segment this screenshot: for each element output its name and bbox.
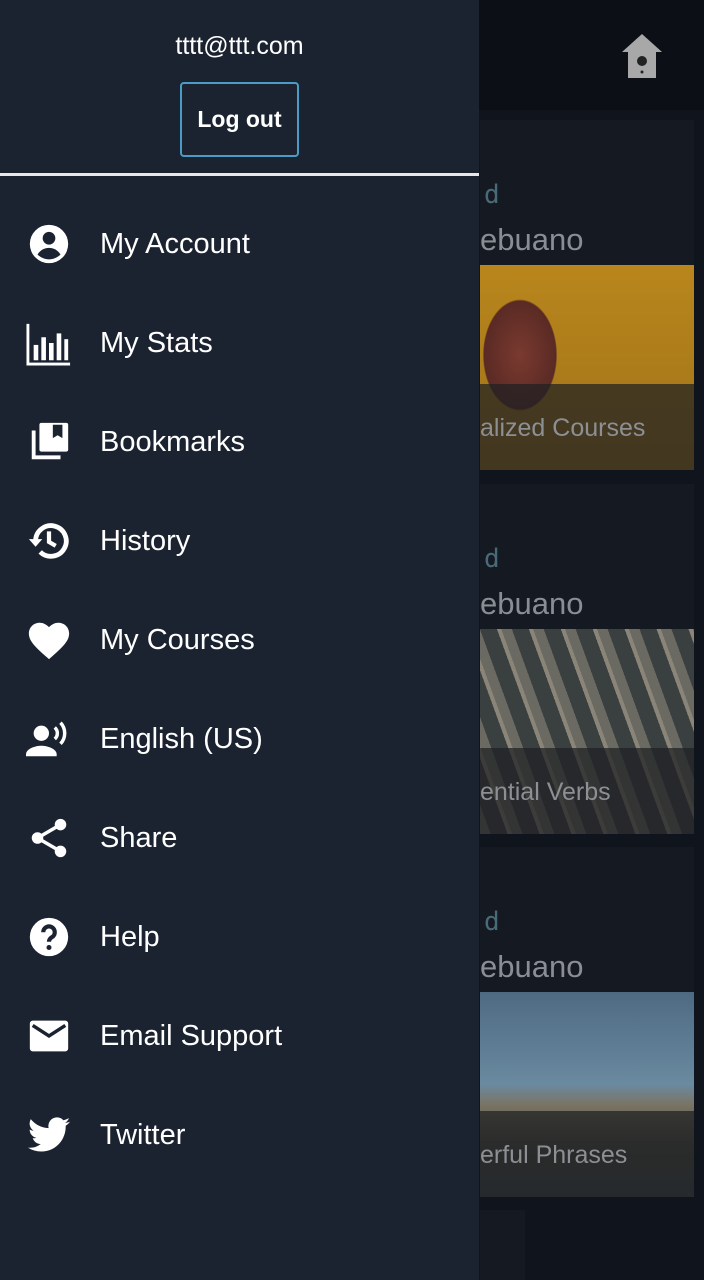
course-card-partial (480, 1210, 525, 1280)
menu-item-twitter[interactable]: Twitter (0, 1095, 479, 1175)
menu-item-history[interactable]: History (0, 501, 479, 581)
card-level: d (484, 544, 500, 574)
card-language: ebuano (480, 949, 584, 984)
twitter-icon (27, 1117, 71, 1152)
mail-icon (29, 1020, 69, 1052)
bar-chart-icon (26, 323, 71, 366)
menu-item-my-courses[interactable]: My Courses (0, 600, 479, 680)
menu-item-bookmarks[interactable]: Bookmarks (0, 402, 479, 482)
card-language: ebuano (480, 586, 584, 621)
menu-item-label: History (100, 524, 191, 557)
menu-item-label: Twitter (100, 1118, 186, 1151)
course-card[interactable]: d ebuano erful Phrases (480, 847, 694, 1197)
menu-item-my-account[interactable]: My Account (0, 204, 479, 284)
help-circle-icon (29, 917, 69, 957)
course-card[interactable]: d ebuano ential Verbs (480, 484, 694, 834)
card-level: d (484, 907, 500, 937)
menu-item-help[interactable]: Help (0, 897, 479, 977)
card-caption-overlay: ential Verbs (480, 748, 694, 834)
card-language: ebuano (480, 222, 584, 257)
card-caption: erful Phrases (480, 1141, 628, 1169)
account-circle-icon (29, 224, 69, 264)
voice-person-icon (26, 721, 67, 757)
menu-item-label: Email Support (100, 1019, 283, 1052)
menu-item-email-support[interactable]: Email Support (0, 996, 479, 1076)
heart-icon (28, 622, 70, 660)
course-card[interactable]: d ebuano alized Courses (480, 120, 694, 470)
menu-item-label: Bookmarks (100, 425, 246, 458)
menu-item-label: Share (100, 821, 178, 854)
menu-item-label: My Courses (100, 623, 255, 656)
card-level: d (484, 180, 500, 210)
menu-item-label: My Account (100, 227, 250, 260)
bookmarks-icon (31, 422, 69, 460)
menu-item-label: English (US) (100, 722, 263, 755)
menu-item-language[interactable]: English (US) (0, 699, 479, 779)
menu-item-my-stats[interactable]: My Stats (0, 303, 479, 383)
menu-item-label: My Stats (100, 326, 213, 359)
menu-item-share[interactable]: Share (0, 798, 479, 878)
navigation-drawer: tttt@ttt.com Log out My Account My Stats… (0, 0, 479, 1280)
share-icon (31, 818, 67, 858)
logout-button[interactable]: Log out (180, 82, 299, 157)
card-caption: ential Verbs (480, 778, 611, 806)
birdhouse-home-icon[interactable] (620, 32, 664, 80)
history-icon (28, 523, 69, 559)
card-caption: alized Courses (480, 414, 646, 442)
divider (0, 173, 479, 176)
user-email: tttt@ttt.com (175, 32, 304, 60)
menu-item-label: Help (100, 920, 160, 953)
card-caption-overlay: alized Courses (480, 384, 694, 470)
card-caption-overlay: erful Phrases (480, 1111, 694, 1197)
